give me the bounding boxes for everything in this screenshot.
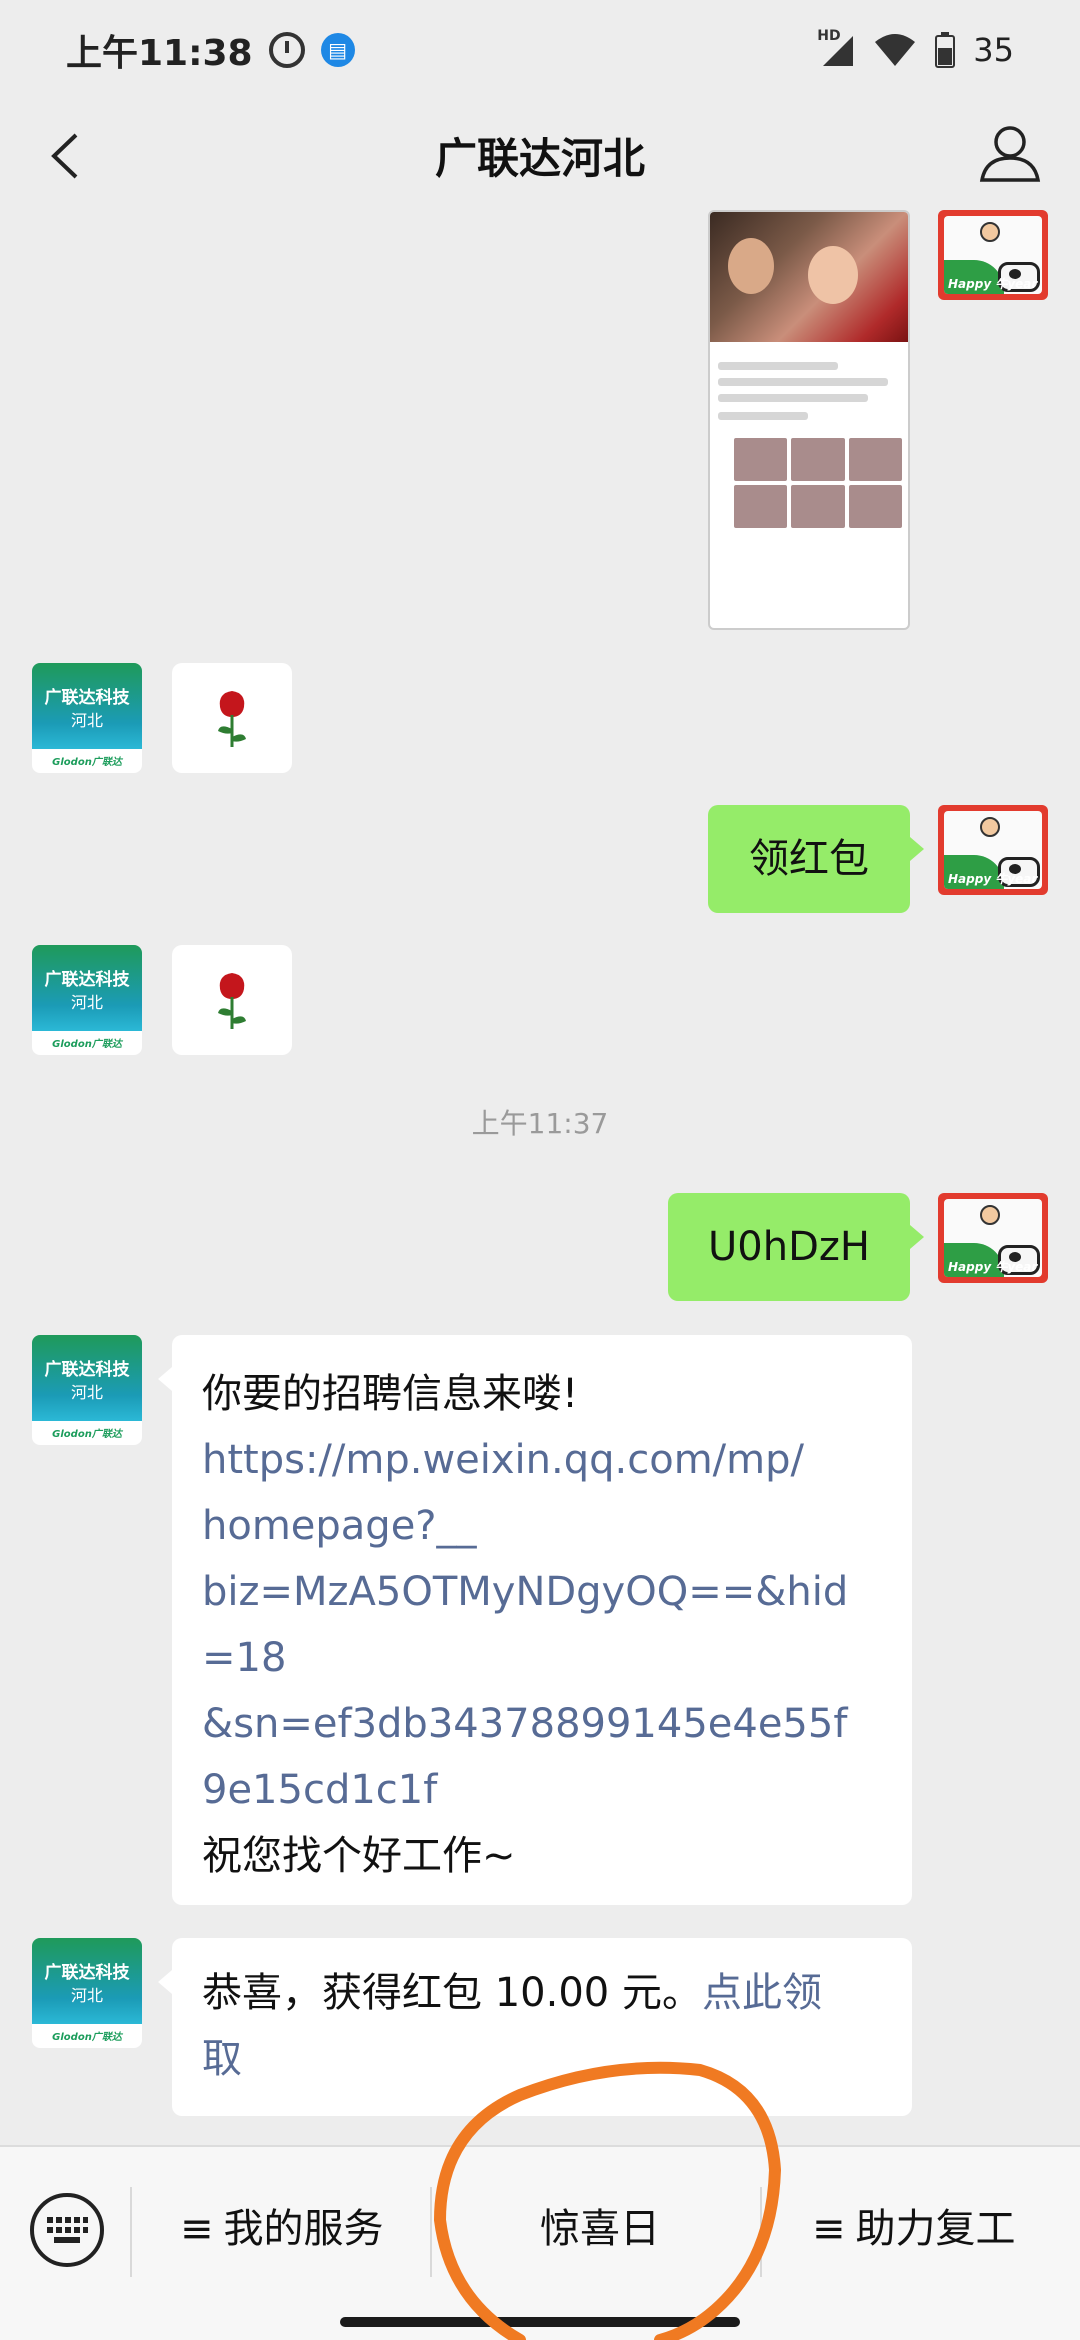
message-list[interactable]: Happy 牛year 广联达科技 河北 Glodon广联达 领红包 Happy… <box>0 210 1080 2145</box>
image-message[interactable] <box>708 210 910 630</box>
chat-header: 广联达河北 <box>0 100 1080 210</box>
home-indicator <box>340 2317 740 2327</box>
my-avatar[interactable]: Happy 牛year <box>938 1193 1048 1283</box>
rose-emoji-message[interactable] <box>172 663 292 773</box>
status-time: 上午11:38 <box>66 33 253 74</box>
rose-icon <box>218 691 246 747</box>
claim-link[interactable]: 点此领 <box>702 1970 822 2016</box>
my-avatar[interactable]: Happy 牛year <box>938 210 1048 300</box>
message-text: 恭喜，获得红包 10.00 元。 <box>202 1970 702 2016</box>
divider <box>760 2187 762 2277</box>
message-text: U0hDzH <box>708 1224 870 1270</box>
recruit-link[interactable]: https://mp.weixin.qq.com/mp/ homepage?__… <box>202 1427 882 1823</box>
bottom-menu-bar: ≡ 我的服务 惊喜日 ≡ 助力复工 <box>0 2145 1080 2340</box>
message-bubble-outgoing[interactable]: U0hDzH <box>668 1193 924 1301</box>
message-text: 领红包 <box>749 836 869 882</box>
menu-list-icon: ≡ <box>812 2206 846 2252</box>
hd-label: HD <box>817 28 841 44</box>
notification-icon: ▤ <box>320 33 355 67</box>
photo-preview <box>710 212 908 342</box>
contact-avatar[interactable]: 广联达科技 河北 Glodon广联达 <box>32 945 142 1055</box>
profile-icon[interactable] <box>978 120 1042 184</box>
battery-icon <box>935 32 956 68</box>
menu-my-services[interactable]: ≡ 我的服务 <box>180 2199 384 2259</box>
menu-surprise-day[interactable]: 惊喜日 <box>540 2199 660 2259</box>
status-left: 上午11:38 ▤ <box>66 24 355 76</box>
divider <box>130 2187 132 2277</box>
wifi-icon <box>873 32 917 68</box>
claim-link-cont[interactable]: 取 <box>202 2036 242 2082</box>
message-bubble-outgoing[interactable]: 领红包 <box>708 805 924 913</box>
message-text: 祝您找个好工作~ <box>202 1833 516 1879</box>
rose-icon <box>218 973 246 1029</box>
signal-icon: HD <box>817 28 855 68</box>
status-bar: 上午11:38 ▤ HD 35 <box>0 0 1080 100</box>
alarm-icon <box>268 32 305 68</box>
message-bubble-incoming[interactable]: 恭喜，获得红包 10.00 元。点此领 取 <box>158 1938 912 2116</box>
menu-list-icon: ≡ <box>180 2206 214 2252</box>
divider <box>430 2187 432 2277</box>
chat-title: 广联达河北 <box>434 133 645 183</box>
rose-emoji-message[interactable] <box>172 945 292 1055</box>
timestamp: 上午11:37 <box>471 1107 609 1140</box>
message-text: 你要的招聘信息来喽! <box>202 1371 579 1417</box>
battery-level: 35 <box>973 31 1014 69</box>
keyboard-icon[interactable] <box>30 2193 104 2267</box>
menu-resume-work[interactable]: ≡ 助力复工 <box>812 2199 1016 2259</box>
my-avatar[interactable]: Happy 牛year <box>938 805 1048 895</box>
contact-avatar[interactable]: 广联达科技 河北 Glodon广联达 <box>32 663 142 773</box>
back-icon[interactable] <box>36 126 96 186</box>
message-bubble-incoming[interactable]: 你要的招聘信息来喽! https://mp.weixin.qq.com/mp/ … <box>158 1335 912 1905</box>
contact-avatar[interactable]: 广联达科技 河北 Glodon广联达 <box>32 1938 142 2048</box>
status-right: HD 35 <box>817 28 1014 69</box>
contact-avatar[interactable]: 广联达科技 河北 Glodon广联达 <box>32 1335 142 1445</box>
